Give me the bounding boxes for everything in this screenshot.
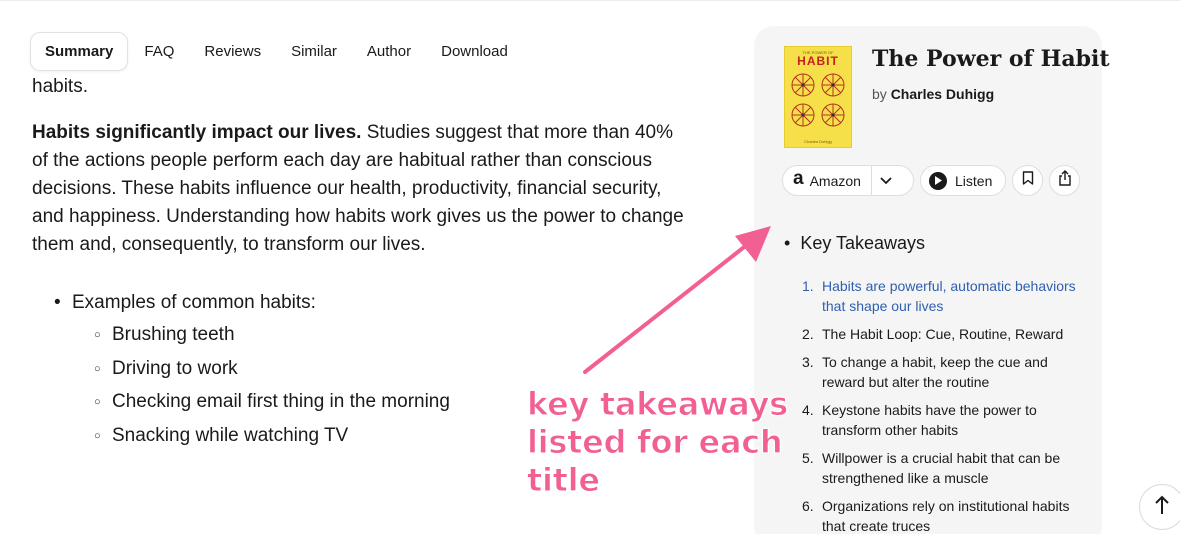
author-name[interactable]: Charles Duhigg — [891, 86, 994, 102]
key-takeaways-title: Key Takeaways — [800, 233, 926, 253]
takeaway-number: 1. — [802, 278, 814, 294]
tab-summary[interactable]: Summary — [30, 32, 129, 71]
tab-faq[interactable]: FAQ — [144, 43, 174, 60]
cover-wheels-illustration — [791, 73, 845, 127]
cover-author-text: Charles Duhigg — [804, 139, 832, 144]
play-icon — [929, 171, 947, 190]
book-actions: a Amazon Listen — [782, 165, 1080, 196]
paragraph-lead: Habits significantly impact our lives. — [32, 122, 362, 143]
bullet-icon: • — [784, 233, 791, 253]
takeaway-number: 4. — [802, 402, 814, 418]
book-byline: by Charles Duhigg — [872, 86, 994, 102]
section-tabs: Summary FAQ Reviews Similar Author Downl… — [30, 32, 538, 71]
bookmark-button[interactable] — [1012, 165, 1043, 196]
top-divider — [0, 0, 1180, 1]
article-paragraph: Habits significantly impact our lives. S… — [32, 119, 692, 259]
book-cover[interactable]: THE POWER OF HABIT Charles Duhigg — [784, 46, 852, 148]
share-button[interactable] — [1049, 165, 1080, 196]
book-card: THE POWER OF HABIT Charles Duhigg The Po… — [754, 26, 1110, 534]
by-label: by — [872, 86, 887, 102]
takeaway-text: The Habit Loop: Cue, Routine, Reward — [822, 326, 1064, 342]
tab-similar[interactable]: Similar — [291, 43, 337, 60]
takeaway-number: 2. — [802, 326, 814, 342]
list-item: Brushing teeth — [94, 321, 692, 349]
amazon-button[interactable]: a Amazon — [782, 165, 914, 196]
takeaway-text: Willpower is a crucial habit that can be… — [822, 450, 1061, 486]
amazon-label: Amazon — [809, 172, 861, 189]
share-icon — [1058, 170, 1072, 191]
bookmark-icon — [1022, 171, 1034, 190]
annotation-label: key takeaways listed for each title — [527, 385, 789, 500]
takeaway-text: To change a habit, keep the cue and rewa… — [822, 354, 1048, 390]
takeaway-item[interactable]: 5. Willpower is a crucial habit that can … — [802, 448, 1092, 488]
listen-label: Listen — [955, 172, 993, 189]
list-item-label: Examples of common habits: — [72, 292, 316, 313]
takeaway-item[interactable]: 2. The Habit Loop: Cue, Routine, Reward — [802, 324, 1092, 344]
tab-reviews[interactable]: Reviews — [204, 43, 261, 60]
arrow-up-icon — [1154, 495, 1170, 520]
takeaway-text: Organizations rely on institutional habi… — [822, 498, 1070, 534]
list-item: Driving to work — [94, 355, 692, 383]
listen-button[interactable]: Listen — [920, 165, 1006, 196]
takeaway-text: Habits are powerful, automatic behaviors… — [822, 278, 1076, 314]
takeaway-number: 6. — [802, 498, 814, 514]
text-fragment: habits. — [32, 76, 88, 97]
book-title: The Power of Habit — [872, 46, 1110, 72]
takeaway-number: 5. — [802, 450, 814, 466]
cover-title-text: HABIT — [797, 54, 839, 68]
takeaway-text: Keystone habits have the power to transf… — [822, 402, 1037, 438]
tab-download[interactable]: Download — [441, 43, 508, 60]
takeaway-item[interactable]: 1. Habits are powerful, automatic behavio… — [802, 276, 1092, 316]
takeaway-item[interactable]: 6. Organizations rely on institutional ha… — [802, 496, 1092, 534]
amazon-logo-icon: a — [793, 167, 804, 189]
chevron-down-icon[interactable] — [872, 176, 900, 185]
takeaway-item[interactable]: 3. To change a habit, keep the cue and re… — [802, 352, 1092, 392]
key-takeaways-list: 1. Habits are powerful, automatic behavio… — [802, 276, 1092, 534]
takeaway-item[interactable]: 4. Keystone habits have the power to tran… — [802, 400, 1092, 440]
scroll-to-top-button[interactable] — [1139, 484, 1180, 530]
takeaway-number: 3. — [802, 354, 814, 370]
key-takeaways-heading: • Key Takeaways — [784, 233, 925, 254]
tab-author[interactable]: Author — [367, 43, 411, 60]
